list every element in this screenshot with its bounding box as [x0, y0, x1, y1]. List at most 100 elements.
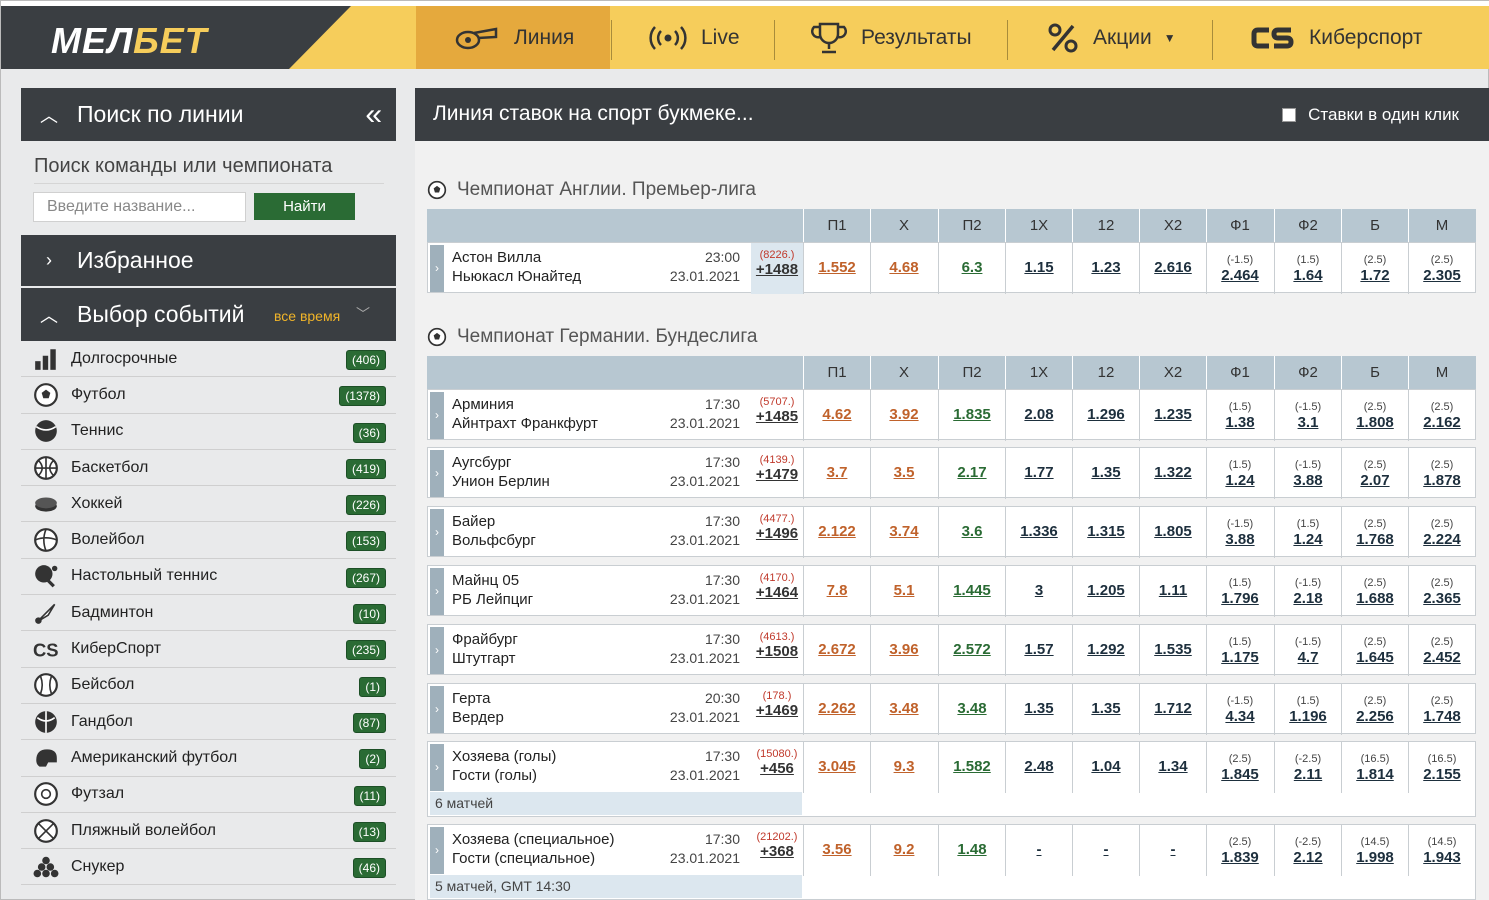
nav-live[interactable]: Live: [649, 6, 740, 69]
odds-cell[interactable]: 6.3: [938, 243, 1005, 294]
odds-cell[interactable]: (16.5) 2.155: [1408, 742, 1475, 793]
odds-cell[interactable]: -: [1005, 825, 1072, 876]
sport-item[interactable]: Футзал (11): [21, 776, 396, 813]
odds-cell[interactable]: 3.56: [803, 825, 870, 876]
odds-cell[interactable]: (-1.5) 2.18: [1274, 566, 1341, 617]
odds-cell[interactable]: (-2.5) 2.11: [1274, 742, 1341, 793]
sport-item[interactable]: Теннис (36): [21, 413, 396, 450]
expand-arrow-icon[interactable]: ›: [430, 245, 444, 292]
sport-item[interactable]: CS КиберСпорт (235): [21, 631, 396, 668]
more-markets-link[interactable]: +1508: [752, 643, 802, 660]
odds-cell[interactable]: (-2.5) 2.12: [1274, 825, 1341, 876]
odds-cell[interactable]: 1.315: [1072, 507, 1139, 558]
odds-cell[interactable]: 3.48: [870, 684, 937, 735]
odds-cell[interactable]: 1.235: [1139, 390, 1206, 441]
odds-cell[interactable]: (-1.5) 4.7: [1274, 625, 1341, 676]
team-home[interactable]: Арминия: [452, 396, 514, 413]
odds-cell[interactable]: 1.23: [1072, 243, 1139, 294]
event-row[interactable]: › Байер Вольфсбург 17:30 23.01.2021 (4477.) +1…: [427, 506, 1476, 558]
odds-cell[interactable]: 1.04: [1072, 742, 1139, 793]
expand-arrow-icon[interactable]: ›: [430, 744, 444, 791]
odds-cell[interactable]: 1.35: [1072, 684, 1139, 735]
odds-cell[interactable]: 1.835: [938, 390, 1005, 441]
odds-cell[interactable]: -: [1139, 825, 1206, 876]
odds-cell[interactable]: 1.205: [1072, 566, 1139, 617]
odds-cell[interactable]: (2.5) 2.452: [1408, 625, 1475, 676]
odds-cell[interactable]: (1.5) 1.38: [1206, 390, 1273, 441]
team-away[interactable]: Вольфсбург: [452, 532, 536, 549]
expand-arrow-icon[interactable]: ›: [430, 686, 444, 733]
sport-item[interactable]: Баскетбол (419): [21, 449, 396, 487]
odds-cell[interactable]: 4.62: [803, 390, 870, 441]
odds-cell[interactable]: 3: [1005, 566, 1072, 617]
odds-cell[interactable]: (16.5) 1.814: [1341, 742, 1408, 793]
odds-cell[interactable]: (-1.5) 3.88: [1206, 507, 1273, 558]
search-button[interactable]: Найти: [254, 193, 355, 220]
nav-line[interactable]: Линия: [416, 6, 610, 69]
event-row[interactable]: › Майнц 05 РБ Лейпциг 17:30 23.01.2021 (4170.…: [427, 565, 1476, 617]
odds-cell[interactable]: 3.5: [870, 448, 937, 499]
odds-cell[interactable]: 1.57: [1005, 625, 1072, 676]
odds-cell[interactable]: (1.5) 1.175: [1206, 625, 1273, 676]
period-selector[interactable]: все время: [274, 308, 340, 324]
sport-item[interactable]: Волейбол (153): [21, 522, 396, 559]
nav-promotions[interactable]: Акции ▼: [1047, 6, 1176, 69]
odds-cell[interactable]: (2.5) 2.256: [1341, 684, 1408, 735]
odds-cell[interactable]: (-1.5) 3.1: [1274, 390, 1341, 441]
team-home[interactable]: Астон Вилла: [452, 249, 541, 266]
more-markets-link[interactable]: +1479: [752, 466, 802, 483]
odds-cell[interactable]: 9.2: [870, 825, 937, 876]
team-home[interactable]: Фрайбург: [452, 631, 518, 648]
odds-cell[interactable]: 1.322: [1139, 448, 1206, 499]
nav-esports[interactable]: Киберспорт: [1251, 6, 1423, 69]
odds-cell[interactable]: (1.5) 1.196: [1274, 684, 1341, 735]
team-away[interactable]: Вердер: [452, 709, 504, 726]
sport-item[interactable]: Футбол (1378): [21, 377, 396, 414]
event-row[interactable]: › Астон Вилла Ньюкасл Юнайтед 23:00 23.01.20…: [427, 242, 1476, 294]
team-away[interactable]: Гости (голы): [452, 767, 537, 784]
odds-cell[interactable]: 3.48: [938, 684, 1005, 735]
sport-item[interactable]: Бадминтон (10): [21, 595, 396, 632]
team-away[interactable]: Гости (специальное): [452, 850, 595, 867]
odds-cell[interactable]: (2.5) 1.748: [1408, 684, 1475, 735]
more-markets-link[interactable]: +368: [752, 843, 802, 860]
expand-arrow-icon[interactable]: ›: [430, 627, 444, 674]
favorites-header[interactable]: › Избранное: [21, 235, 396, 286]
expand-arrow-icon[interactable]: ›: [430, 392, 444, 439]
nav-results[interactable]: Результаты: [811, 6, 972, 69]
odds-cell[interactable]: 1.805: [1139, 507, 1206, 558]
odds-cell[interactable]: (2.5) 1.688: [1341, 566, 1408, 617]
odds-cell[interactable]: 3.74: [870, 507, 937, 558]
expand-arrow-icon[interactable]: ›: [430, 827, 444, 874]
odds-cell[interactable]: (2.5) 2.305: [1408, 243, 1475, 294]
expand-arrow-icon[interactable]: ›: [430, 509, 444, 556]
odds-cell[interactable]: (2.5) 2.365: [1408, 566, 1475, 617]
odds-cell[interactable]: 3.045: [803, 742, 870, 793]
odds-cell[interactable]: 3.7: [803, 448, 870, 499]
team-away[interactable]: Айнтрахт Франкфурт: [452, 415, 598, 432]
odds-cell[interactable]: 2.17: [938, 448, 1005, 499]
odds-cell[interactable]: (2.5) 1.808: [1341, 390, 1408, 441]
sport-item[interactable]: Американский футбол (2): [21, 740, 396, 777]
odds-cell[interactable]: 2.672: [803, 625, 870, 676]
odds-cell[interactable]: 1.712: [1139, 684, 1206, 735]
sport-item[interactable]: Долгосрочные (406): [21, 341, 396, 378]
expand-arrow-icon[interactable]: ›: [430, 568, 444, 615]
team-away[interactable]: Штутгарт: [452, 650, 516, 667]
sport-item[interactable]: Снукер (46): [21, 849, 396, 886]
team-away[interactable]: Ньюкасл Юнайтед: [452, 268, 581, 285]
odds-cell[interactable]: 4.68: [870, 243, 937, 294]
collapse-sidebar-icon[interactable]: «: [365, 98, 382, 132]
odds-cell[interactable]: 1.552: [803, 243, 870, 294]
odds-cell[interactable]: 1.35: [1005, 684, 1072, 735]
team-home[interactable]: Майнц 05: [452, 572, 519, 589]
more-markets-link[interactable]: +1469: [752, 702, 802, 719]
odds-cell[interactable]: (2.5) 1.878: [1408, 448, 1475, 499]
odds-cell[interactable]: (2.5) 2.07: [1341, 448, 1408, 499]
odds-cell[interactable]: 7.8: [803, 566, 870, 617]
more-markets-link[interactable]: +1485: [752, 408, 802, 425]
odds-cell[interactable]: 1.35: [1072, 448, 1139, 499]
league-title[interactable]: Чемпионат Германии. Бундеслига: [427, 326, 757, 348]
more-markets-link[interactable]: +1488: [752, 261, 802, 278]
league-title[interactable]: Чемпионат Англии. Премьер-лига: [427, 179, 756, 201]
